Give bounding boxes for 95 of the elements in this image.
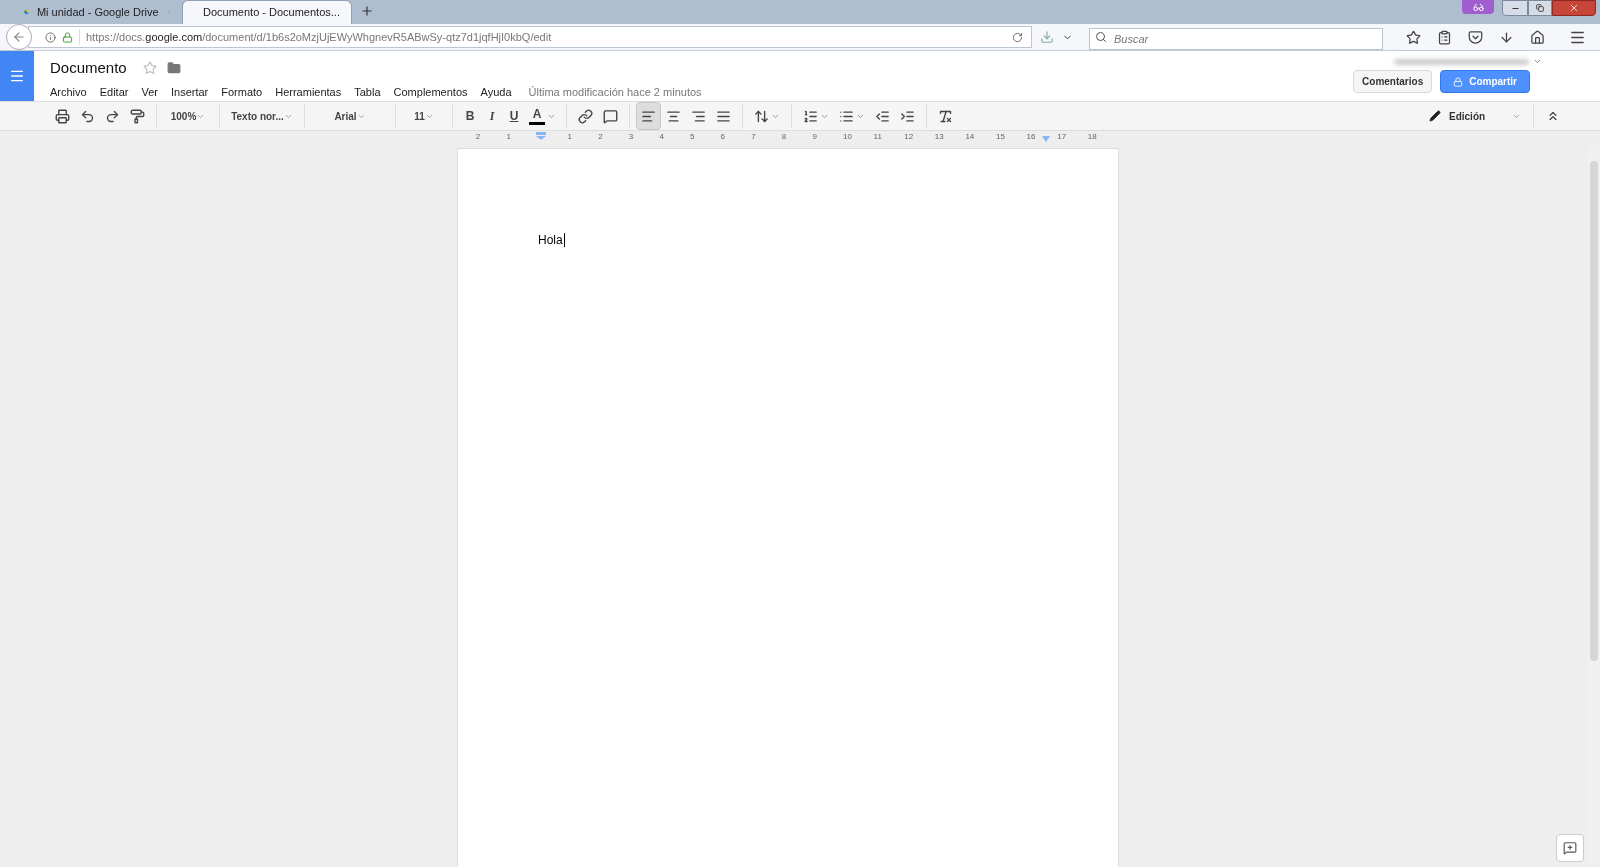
bulleted-list-icon [839,108,854,124]
ruler-number: 12 [904,133,914,141]
clipboard-icon[interactable] [1437,29,1452,45]
align-center-icon [666,108,681,124]
pencil-icon [1429,110,1441,122]
menu-item[interactable]: Tabla [354,83,381,100]
comment-icon [603,108,618,124]
ruler-number: 8 [781,133,787,141]
toolbar-dropdown[interactable]: 100% [163,102,213,130]
reload-icon[interactable] [1012,31,1023,43]
ruler-number: 3 [628,133,634,141]
format-button[interactable]: I [481,102,503,130]
align-right-icon [691,108,706,124]
bookmark-star-icon[interactable] [1406,29,1421,45]
link-icon [578,108,593,124]
docs-home-button[interactable] [0,51,34,101]
ruler-number: 14 [965,133,975,141]
comments-button[interactable]: Comentarios [1353,70,1433,93]
ruler-number: 1 [567,133,573,141]
menu-item[interactable]: Editar [99,83,129,100]
ruler-number: 13 [934,133,944,141]
toolbar-dropdown[interactable]: Texto nor... [226,102,298,130]
menu-icon [9,68,25,84]
url-text: https://docs.google.com/document/d/1b6s2oMzjUjEWyWhgnevR5ABwSy-qtz7d1jqfHjI0kbQ/edit [79,28,1006,46]
menu-item[interactable]: Insertar [170,83,209,100]
ruler-number: 2 [598,133,603,141]
new-tab-icon[interactable] [360,4,374,18]
close-icon [1569,3,1579,13]
info-icon [45,31,56,43]
redo-icon [105,108,120,124]
outdent-icon [875,108,890,124]
paint-roller-icon [130,108,145,124]
indent-marker-icon[interactable] [536,132,546,140]
browser-tab[interactable]: Mi unidad - Google Drive [12,0,182,24]
last-edit-text: Última modificación hace 2 minutos [528,84,702,100]
align-justify-icon [716,108,731,124]
ruler-number: 10 [843,133,852,141]
align-left-icon [641,108,656,124]
toolbar-dropdown[interactable]: Arial [311,102,389,130]
ruler-number: 15 [996,133,1005,141]
ruler-number: 11 [873,133,882,141]
explore-button[interactable] [1556,834,1584,862]
menu-item[interactable]: Complementos [393,83,468,100]
color-bar [529,121,545,125]
undo-icon [80,108,95,124]
ruler-number: 18 [1087,133,1097,141]
menu-item[interactable]: Ver [141,83,158,100]
printer-icon [55,108,70,124]
lock-icon [62,31,73,43]
menu-item[interactable]: Ayuda [480,83,512,100]
indent-icon [900,108,915,124]
search-icon [1095,31,1107,43]
menu-item[interactable]: Formato [221,83,263,100]
mode-dropdown[interactable]: Edición [1425,102,1525,130]
folder-icon[interactable] [166,61,181,76]
search-field[interactable]: Buscar [1089,28,1383,50]
ruler-number: 1 [506,133,511,141]
lock-icon [1453,76,1464,87]
ruler-number: 6 [720,133,726,141]
document-page[interactable]: Hola [457,148,1119,867]
pocket-icon[interactable] [1468,29,1483,45]
restore-button[interactable] [1528,0,1552,16]
clear-format-icon [938,108,953,124]
format-button[interactable]: B [459,102,481,130]
menu-item[interactable]: Herramientas [275,83,342,100]
home-icon[interactable] [1530,29,1545,45]
line-spacing-icon [754,108,769,124]
ruler-number: 4 [659,133,664,141]
caret-icon[interactable] [1533,57,1542,66]
document-title[interactable]: Documento [50,57,127,80]
menu-item[interactable]: Archivo [50,83,87,100]
add-comment-icon [1563,841,1577,855]
format-button[interactable]: U [503,102,525,130]
browser-tab[interactable]: Documento - Documentos... [182,0,352,24]
ruler-number: 5 [690,133,695,141]
collapse-icon[interactable] [1546,109,1560,123]
text-color-button[interactable]: A [525,102,560,130]
star-icon[interactable] [142,61,157,76]
address-bar[interactable]: https://docs.google.com/document/d/1b6s2oMzjUjEWyWhgnevR5ABwSy-qtz7d1jqfHjI0kbQ/edit [28,26,1032,48]
mask-icon [1472,1,1484,13]
ruler-number: 7 [751,133,756,141]
download-arrow-icon[interactable] [1499,29,1514,45]
right-indent-marker-icon[interactable] [1041,136,1050,142]
close-window-button[interactable] [1552,0,1596,16]
align-left-button[interactable] [636,102,661,130]
ruler-number: 9 [812,133,817,141]
numbered-list-icon [803,108,818,124]
ruler-number: 16 [1026,133,1036,141]
ruler-number: 2 [475,133,481,141]
toolbar-dropdown[interactable]: 11 [402,102,446,130]
minimize-button[interactable] [1502,0,1528,16]
restore-icon [1536,4,1544,12]
back-arrow-icon [12,30,26,44]
body-text: Hola [538,233,565,247]
ruler-number: 17 [1057,133,1067,141]
